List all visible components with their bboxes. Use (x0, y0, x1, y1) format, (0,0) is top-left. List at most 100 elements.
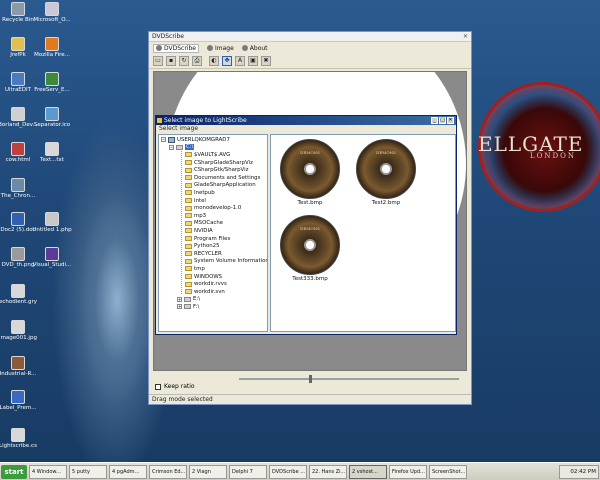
separators-icon (45, 107, 59, 121)
tree-item[interactable]: tmp (185, 265, 205, 273)
taskbar-button[interactable]: DVDScribe ... (269, 465, 307, 479)
folder-icon (185, 213, 192, 219)
tree-item-label: NVIDIA (194, 227, 213, 234)
text-icon[interactable]: A (235, 56, 245, 66)
tree-expander-icon[interactable]: − (169, 144, 174, 150)
desktop-icon-label-print[interactable]: Label_Prem... (0, 390, 44, 411)
tree-item[interactable]: Documents and Settings (185, 174, 260, 182)
taskbar-button[interactable]: ScreenShot... (429, 465, 467, 479)
tree-item[interactable]: + E:\ (177, 296, 200, 304)
tree-item[interactable]: + F:\ (177, 303, 199, 311)
desktop-icon-industrial[interactable]: Industrial-R... (0, 356, 44, 377)
taskbar-button[interactable]: 5 putty (69, 465, 107, 479)
tree-item-label: Inetpub (194, 189, 215, 196)
tree-item[interactable]: workdir.rvvs (185, 280, 227, 288)
tree-expander-icon[interactable]: − (161, 137, 166, 143)
desktop-icon-separators[interactable]: Separator.ico (26, 107, 78, 128)
text-icon (45, 142, 59, 156)
save-icon[interactable]: ▪ (166, 56, 176, 66)
tree-item[interactable]: $VAULT$.AVG (185, 151, 230, 159)
desktop-icon-label: Untitled 1.php (32, 227, 72, 233)
recycle-bin-icon (11, 2, 25, 16)
tree-item-label: RECYCLER (194, 250, 222, 257)
taskbar-button[interactable]: 2 vshost... (349, 465, 387, 479)
tab-dvdscribe[interactable]: DVDScribe (153, 43, 199, 53)
tree-item[interactable]: NVIDIA (185, 227, 213, 235)
computer-icon (168, 136, 175, 143)
tree-expander-icon[interactable]: + (177, 304, 182, 310)
taskbar-button[interactable]: Crimson Ed... (149, 465, 187, 479)
minimize-icon[interactable]: _ (431, 117, 438, 124)
tree-item[interactable]: CSharpGladeSharpViz (185, 159, 253, 167)
tree-expander-icon[interactable]: + (177, 296, 182, 302)
tree-item[interactable]: Python25 (185, 242, 220, 250)
tree-item[interactable]: MSOCache (185, 220, 223, 228)
tree-item[interactable]: monodevelop-1.0 (185, 204, 241, 212)
folder-tree[interactable]: − USERLQKOMGRAD7− C:\ $VAULT$.AVG CSharpGlad… (158, 134, 268, 332)
desktop-icon-visual-studio[interactable]: Visual_Studi... (26, 247, 78, 268)
desktop-icon-firefox[interactable]: Mozilla Fire... (26, 37, 78, 58)
tab-about[interactable]: About (241, 44, 268, 52)
tree-item[interactable]: System Volume Information (185, 258, 268, 266)
desktop-icon-text[interactable]: Text...txt (26, 142, 78, 163)
taskbar-button[interactable]: 2 Viagn (189, 465, 227, 479)
lightscribe-icon (11, 428, 25, 442)
tree-item[interactable]: WINDOWS (185, 273, 222, 281)
tree-item-label: MSOCache (194, 220, 224, 227)
desktop-icon-label: Visual_Studi... (32, 262, 72, 268)
tree-item[interactable]: Inetpub (185, 189, 215, 197)
tree-item-label: E:\ (193, 296, 201, 303)
tree-item-label: Documents and Settings (194, 174, 261, 181)
tree-item[interactable]: Program Files (185, 235, 230, 243)
untitled-icon (45, 212, 59, 226)
refresh-icon[interactable]: ↻ (179, 56, 189, 66)
tree-item[interactable]: Intel (185, 197, 206, 205)
image-thumbnail[interactable]: DEMONS Test.bmp (279, 139, 341, 206)
desktop-icon-image001[interactable]: image001.jpg (0, 320, 44, 341)
folder-icon (185, 152, 192, 158)
tab-label: About (249, 44, 268, 52)
desktop-icon-microsoft-office[interactable]: Microsoft_O... (26, 2, 78, 23)
image-icon[interactable]: ▣ (248, 56, 258, 66)
desktop-icon-freeserv[interactable]: FreeServ_E... (26, 72, 78, 93)
taskbar-button[interactable]: Delphi 7 (229, 465, 267, 479)
desktop-icon-label: The_Chron... (0, 193, 36, 199)
cowhat-icon (11, 142, 25, 156)
desktop-icon-the-chron[interactable]: The_Chron... (0, 178, 44, 199)
move-icon[interactable]: ✥ (222, 56, 232, 66)
tree-item[interactable]: GladeSharpApplication (185, 182, 256, 190)
open-icon[interactable]: ▭ (153, 56, 163, 66)
keep-ratio-checkbox[interactable] (155, 383, 161, 390)
echodient-icon (11, 284, 25, 298)
image-thumbnail[interactable]: DEMONS Test2.bmp (355, 139, 417, 206)
tree-item[interactable]: CSharpGtk/SharpViz (185, 166, 248, 174)
taskbar-button[interactable]: 4 Window... (29, 465, 67, 479)
tree-item[interactable]: − USERLQKOMGRAD7 (161, 136, 230, 144)
close-icon[interactable]: ✕ (463, 33, 468, 40)
folder-icon (185, 175, 192, 181)
tab-image[interactable]: Image (206, 45, 234, 52)
folder-icon (185, 251, 192, 257)
taskbar-button[interactable]: 22. Hans Zi... (309, 465, 347, 479)
delete-icon[interactable]: ✖ (261, 56, 271, 66)
tree-item[interactable]: RECYCLER (185, 250, 222, 258)
print-icon[interactable]: ⎙ (192, 56, 202, 66)
maximize-icon[interactable]: □ (439, 117, 446, 124)
folder-icon (185, 220, 192, 226)
app-icon (157, 118, 162, 123)
start-button[interactable]: start (1, 465, 27, 479)
desktop-icon-echodient[interactable]: echodient.gry (0, 284, 44, 305)
tree-item[interactable]: workdir.svn (185, 288, 225, 296)
close-icon[interactable]: ✕ (447, 117, 454, 124)
tree-item-label: System Volume Information (194, 258, 268, 265)
image-thumbnail[interactable]: DEMONS Test333.bmp (279, 215, 341, 282)
tree-item[interactable]: mp3 (185, 212, 206, 220)
zoom-slider-thumb[interactable] (309, 375, 312, 383)
burn-icon[interactable]: ◐ (209, 56, 219, 66)
zoom-slider[interactable] (239, 378, 459, 380)
taskbar-button[interactable]: 4 pgAdm... (109, 465, 147, 479)
taskbar-button[interactable]: Firefox Upd... (389, 465, 427, 479)
tree-item-label: tmp (194, 265, 205, 272)
desktop-icon-lightscribe[interactable]: Lightscribe.cs (0, 428, 44, 449)
desktop-icon-untitled[interactable]: Untitled 1.php (26, 212, 78, 233)
